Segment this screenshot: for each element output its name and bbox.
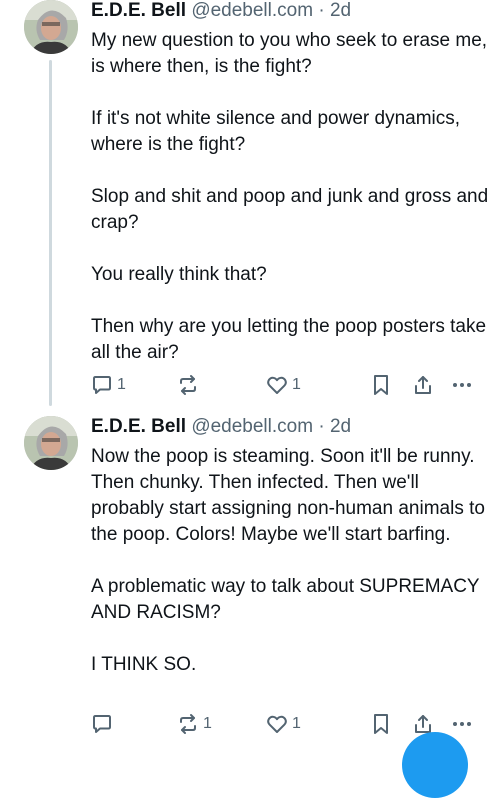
avatar[interactable]: [24, 416, 78, 470]
reply-count: 1: [117, 376, 126, 393]
like-button[interactable]: 1: [266, 713, 301, 735]
compose-button[interactable]: [402, 732, 468, 798]
separator: ·: [318, 0, 325, 21]
bookmark-button[interactable]: [371, 374, 391, 396]
paragraph: Then why are you letting the poop poster…: [91, 316, 487, 363]
post-time[interactable]: 2d: [330, 416, 351, 437]
author-handle[interactable]: @edebell.com: [191, 0, 313, 21]
like-icon: [266, 713, 288, 735]
post-text: My new question to you who seek to erase…: [91, 28, 491, 366]
separator: ·: [318, 416, 325, 437]
post-1[interactable]: E.D.E. Bell @edebell.com · 2d My new que…: [0, 0, 500, 406]
more-icon: [451, 713, 473, 735]
paragraph: My new question to you who seek to erase…: [91, 30, 488, 77]
reply-icon: [91, 374, 113, 396]
paragraph: Slop and shit and poop and junk and gros…: [91, 186, 489, 233]
post-time[interactable]: 2d: [330, 0, 351, 21]
avatar[interactable]: [24, 0, 78, 54]
reply-icon: [91, 713, 113, 735]
post-header: E.D.E. Bell @edebell.com · 2d: [91, 0, 351, 22]
paragraph: Now the poop is steaming. Soon it'll be …: [91, 446, 485, 545]
more-icon: [451, 374, 473, 396]
action-bar: 1 1: [91, 713, 471, 735]
reply-button[interactable]: 1: [91, 374, 126, 396]
share-button[interactable]: [412, 374, 434, 396]
repost-icon: [177, 713, 199, 735]
paragraph: You really think that?: [91, 264, 267, 285]
repost-icon: [177, 374, 199, 396]
thread-line: [49, 60, 52, 406]
more-options-button[interactable]: [451, 713, 473, 735]
bookmark-icon: [371, 713, 391, 735]
author-name[interactable]: E.D.E. Bell: [91, 0, 186, 21]
post-2[interactable]: E.D.E. Bell @edebell.com · 2d Now the po…: [0, 408, 500, 750]
author-handle[interactable]: @edebell.com: [191, 416, 313, 437]
reply-button[interactable]: [91, 713, 117, 735]
share-icon: [412, 374, 434, 396]
author-name[interactable]: E.D.E. Bell: [91, 416, 186, 437]
paragraph: I THINK SO.: [91, 654, 197, 675]
repost-button[interactable]: [177, 374, 203, 396]
bookmark-icon: [371, 374, 391, 396]
post-text: Now the poop is steaming. Soon it'll be …: [91, 444, 491, 678]
bookmark-button[interactable]: [371, 713, 391, 735]
like-icon: [266, 374, 288, 396]
action-bar: 1 1: [91, 374, 471, 396]
paragraph: If it's not white silence and power dyna…: [91, 108, 461, 155]
like-count: 1: [292, 715, 301, 732]
repost-count: 1: [203, 715, 212, 732]
more-options-button[interactable]: [451, 374, 473, 396]
repost-button[interactable]: 1: [177, 713, 212, 735]
like-button[interactable]: 1: [266, 374, 301, 396]
post-header: E.D.E. Bell @edebell.com · 2d: [91, 416, 351, 438]
like-count: 1: [292, 376, 301, 393]
paragraph: A problematic way to talk about SUPREMAC…: [91, 576, 480, 623]
